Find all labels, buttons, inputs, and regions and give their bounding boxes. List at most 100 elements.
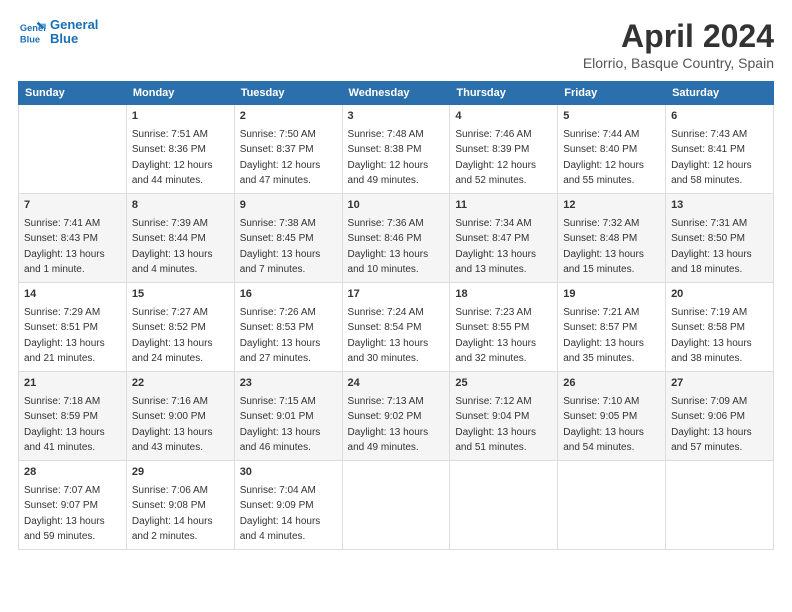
day-info: Sunrise: 7:31 AM Sunset: 8:50 PM Dayligh… xyxy=(671,218,752,276)
day-info: Sunrise: 7:07 AM Sunset: 9:07 PM Dayligh… xyxy=(24,485,105,543)
day-info: Sunrise: 7:29 AM Sunset: 8:51 PM Dayligh… xyxy=(24,307,105,365)
day-info: Sunrise: 7:06 AM Sunset: 9:08 PM Dayligh… xyxy=(132,485,213,543)
day-number: 29 xyxy=(132,465,229,481)
day-info: Sunrise: 7:48 AM Sunset: 8:38 PM Dayligh… xyxy=(348,129,429,187)
day-number: 21 xyxy=(24,376,121,392)
day-number: 9 xyxy=(240,198,337,214)
calendar-cell: 23 Sunrise: 7:15 AM Sunset: 9:01 PM Dayli… xyxy=(234,371,342,460)
day-info: Sunrise: 7:32 AM Sunset: 8:48 PM Dayligh… xyxy=(563,218,644,276)
calendar-cell: 17 Sunrise: 7:24 AM Sunset: 8:54 PM Dayli… xyxy=(342,282,450,371)
day-info: Sunrise: 7:10 AM Sunset: 9:05 PM Dayligh… xyxy=(563,396,644,454)
calendar-cell: 19 Sunrise: 7:21 AM Sunset: 8:57 PM Dayli… xyxy=(558,282,666,371)
calendar-cell: 18 Sunrise: 7:23 AM Sunset: 8:55 PM Dayli… xyxy=(450,282,558,371)
calendar-cell: 30 Sunrise: 7:04 AM Sunset: 9:09 PM Dayli… xyxy=(234,460,342,549)
calendar-cell: 3 Sunrise: 7:48 AM Sunset: 8:38 PM Daylig… xyxy=(342,105,450,194)
calendar-cell: 22 Sunrise: 7:16 AM Sunset: 9:00 PM Dayli… xyxy=(126,371,234,460)
calendar-cell xyxy=(450,460,558,549)
calendar-cell: 10 Sunrise: 7:36 AM Sunset: 8:46 PM Dayli… xyxy=(342,193,450,282)
calendar-cell xyxy=(19,105,127,194)
calendar-cell: 1 Sunrise: 7:51 AM Sunset: 8:36 PM Daylig… xyxy=(126,105,234,194)
day-number: 23 xyxy=(240,376,337,392)
day-number: 27 xyxy=(671,376,768,392)
day-number: 30 xyxy=(240,465,337,481)
day-number: 8 xyxy=(132,198,229,214)
calendar-cell xyxy=(342,460,450,549)
logo-icon: General Blue xyxy=(18,18,46,46)
day-info: Sunrise: 7:43 AM Sunset: 8:41 PM Dayligh… xyxy=(671,129,752,187)
week-row-1: 1 Sunrise: 7:51 AM Sunset: 8:36 PM Daylig… xyxy=(19,105,774,194)
day-number: 6 xyxy=(671,109,768,125)
day-info: Sunrise: 7:19 AM Sunset: 8:58 PM Dayligh… xyxy=(671,307,752,365)
header-cell-thursday: Thursday xyxy=(450,82,558,105)
calendar-cell: 4Sunrise: 7:46 AM Sunset: 8:39 PM Daylig… xyxy=(450,105,558,194)
day-info: Sunrise: 7:26 AM Sunset: 8:53 PM Dayligh… xyxy=(240,307,321,365)
day-number: 5 xyxy=(563,109,660,125)
day-info: Sunrise: 7:12 AM Sunset: 9:04 PM Dayligh… xyxy=(455,396,536,454)
day-info: Sunrise: 7:38 AM Sunset: 8:45 PM Dayligh… xyxy=(240,218,321,276)
day-number: 16 xyxy=(240,287,337,303)
svg-text:Blue: Blue xyxy=(20,35,40,45)
calendar-cell: 24Sunrise: 7:13 AM Sunset: 9:02 PM Dayli… xyxy=(342,371,450,460)
day-number: 22 xyxy=(132,376,229,392)
calendar-cell: 29 Sunrise: 7:06 AM Sunset: 9:08 PM Dayli… xyxy=(126,460,234,549)
week-row-5: 28 Sunrise: 7:07 AM Sunset: 9:07 PM Dayli… xyxy=(19,460,774,549)
day-number: 24 xyxy=(348,376,445,392)
day-number: 12 xyxy=(563,198,660,214)
day-info: Sunrise: 7:46 AM Sunset: 8:39 PM Dayligh… xyxy=(455,129,536,187)
calendar-cell: 28 Sunrise: 7:07 AM Sunset: 9:07 PM Dayli… xyxy=(19,460,127,549)
day-info: Sunrise: 7:18 AM Sunset: 8:59 PM Dayligh… xyxy=(24,396,105,454)
day-number: 11 xyxy=(455,198,552,214)
day-info: Sunrise: 7:21 AM Sunset: 8:57 PM Dayligh… xyxy=(563,307,644,365)
day-info: Sunrise: 7:24 AM Sunset: 8:54 PM Dayligh… xyxy=(348,307,429,365)
week-row-3: 14 Sunrise: 7:29 AM Sunset: 8:51 PM Dayli… xyxy=(19,282,774,371)
calendar-cell: 25 Sunrise: 7:12 AM Sunset: 9:04 PM Dayli… xyxy=(450,371,558,460)
day-info: Sunrise: 7:39 AM Sunset: 8:44 PM Dayligh… xyxy=(132,218,213,276)
day-info: Sunrise: 7:51 AM Sunset: 8:36 PM Dayligh… xyxy=(132,129,213,187)
day-number: 14 xyxy=(24,287,121,303)
day-info: Sunrise: 7:36 AM Sunset: 8:46 PM Dayligh… xyxy=(348,218,429,276)
day-info: Sunrise: 7:15 AM Sunset: 9:01 PM Dayligh… xyxy=(240,396,321,454)
day-number: 17 xyxy=(348,287,445,303)
calendar-cell: 20 Sunrise: 7:19 AM Sunset: 8:58 PM Dayli… xyxy=(666,282,774,371)
day-number: 19 xyxy=(563,287,660,303)
day-info: Sunrise: 7:44 AM Sunset: 8:40 PM Dayligh… xyxy=(563,129,644,187)
calendar-cell: 5 Sunrise: 7:44 AM Sunset: 8:40 PM Daylig… xyxy=(558,105,666,194)
calendar-cell: 7 Sunrise: 7:41 AM Sunset: 8:43 PM Daylig… xyxy=(19,193,127,282)
calendar-cell: 9 Sunrise: 7:38 AM Sunset: 8:45 PM Daylig… xyxy=(234,193,342,282)
day-info: Sunrise: 7:09 AM Sunset: 9:06 PM Dayligh… xyxy=(671,396,752,454)
day-info: Sunrise: 7:34 AM Sunset: 8:47 PM Dayligh… xyxy=(455,218,536,276)
day-number: 3 xyxy=(348,109,445,125)
day-number: 18 xyxy=(455,287,552,303)
header-cell-wednesday: Wednesday xyxy=(342,82,450,105)
day-info: Sunrise: 7:50 AM Sunset: 8:37 PM Dayligh… xyxy=(240,129,321,187)
title-block: April 2024 Elorrio, Basque Country, Spai… xyxy=(583,18,774,71)
day-info: Sunrise: 7:04 AM Sunset: 9:09 PM Dayligh… xyxy=(240,485,321,543)
day-info: Sunrise: 7:41 AM Sunset: 8:43 PM Dayligh… xyxy=(24,218,105,276)
calendar-cell: 13 Sunrise: 7:31 AM Sunset: 8:50 PM Dayli… xyxy=(666,193,774,282)
calendar-cell: 16 Sunrise: 7:26 AM Sunset: 8:53 PM Dayli… xyxy=(234,282,342,371)
main-title: April 2024 xyxy=(583,18,774,55)
logo: General Blue GeneralBlue xyxy=(18,18,98,47)
week-row-4: 21 Sunrise: 7:18 AM Sunset: 8:59 PM Dayli… xyxy=(19,371,774,460)
day-number: 13 xyxy=(671,198,768,214)
header: General Blue GeneralBlue April 2024 Elor… xyxy=(18,18,774,71)
page: General Blue GeneralBlue April 2024 Elor… xyxy=(0,0,792,612)
header-cell-monday: Monday xyxy=(126,82,234,105)
calendar-cell: 26 Sunrise: 7:10 AM Sunset: 9:05 PM Dayli… xyxy=(558,371,666,460)
day-number: 7 xyxy=(24,198,121,214)
week-row-2: 7 Sunrise: 7:41 AM Sunset: 8:43 PM Daylig… xyxy=(19,193,774,282)
day-number: 26 xyxy=(563,376,660,392)
day-number: 1 xyxy=(132,109,229,125)
header-cell-tuesday: Tuesday xyxy=(234,82,342,105)
calendar-cell: 2 Sunrise: 7:50 AM Sunset: 8:37 PM Daylig… xyxy=(234,105,342,194)
day-info: Sunrise: 7:16 AM Sunset: 9:00 PM Dayligh… xyxy=(132,396,213,454)
calendar-cell xyxy=(666,460,774,549)
calendar-cell: 8 Sunrise: 7:39 AM Sunset: 8:44 PM Daylig… xyxy=(126,193,234,282)
logo-text: GeneralBlue xyxy=(50,18,98,47)
day-number: 2 xyxy=(240,109,337,125)
day-number: 28 xyxy=(24,465,121,481)
day-number: 25 xyxy=(455,376,552,392)
day-info: Sunrise: 7:23 AM Sunset: 8:55 PM Dayligh… xyxy=(455,307,536,365)
day-number: 20 xyxy=(671,287,768,303)
day-number: 10 xyxy=(348,198,445,214)
